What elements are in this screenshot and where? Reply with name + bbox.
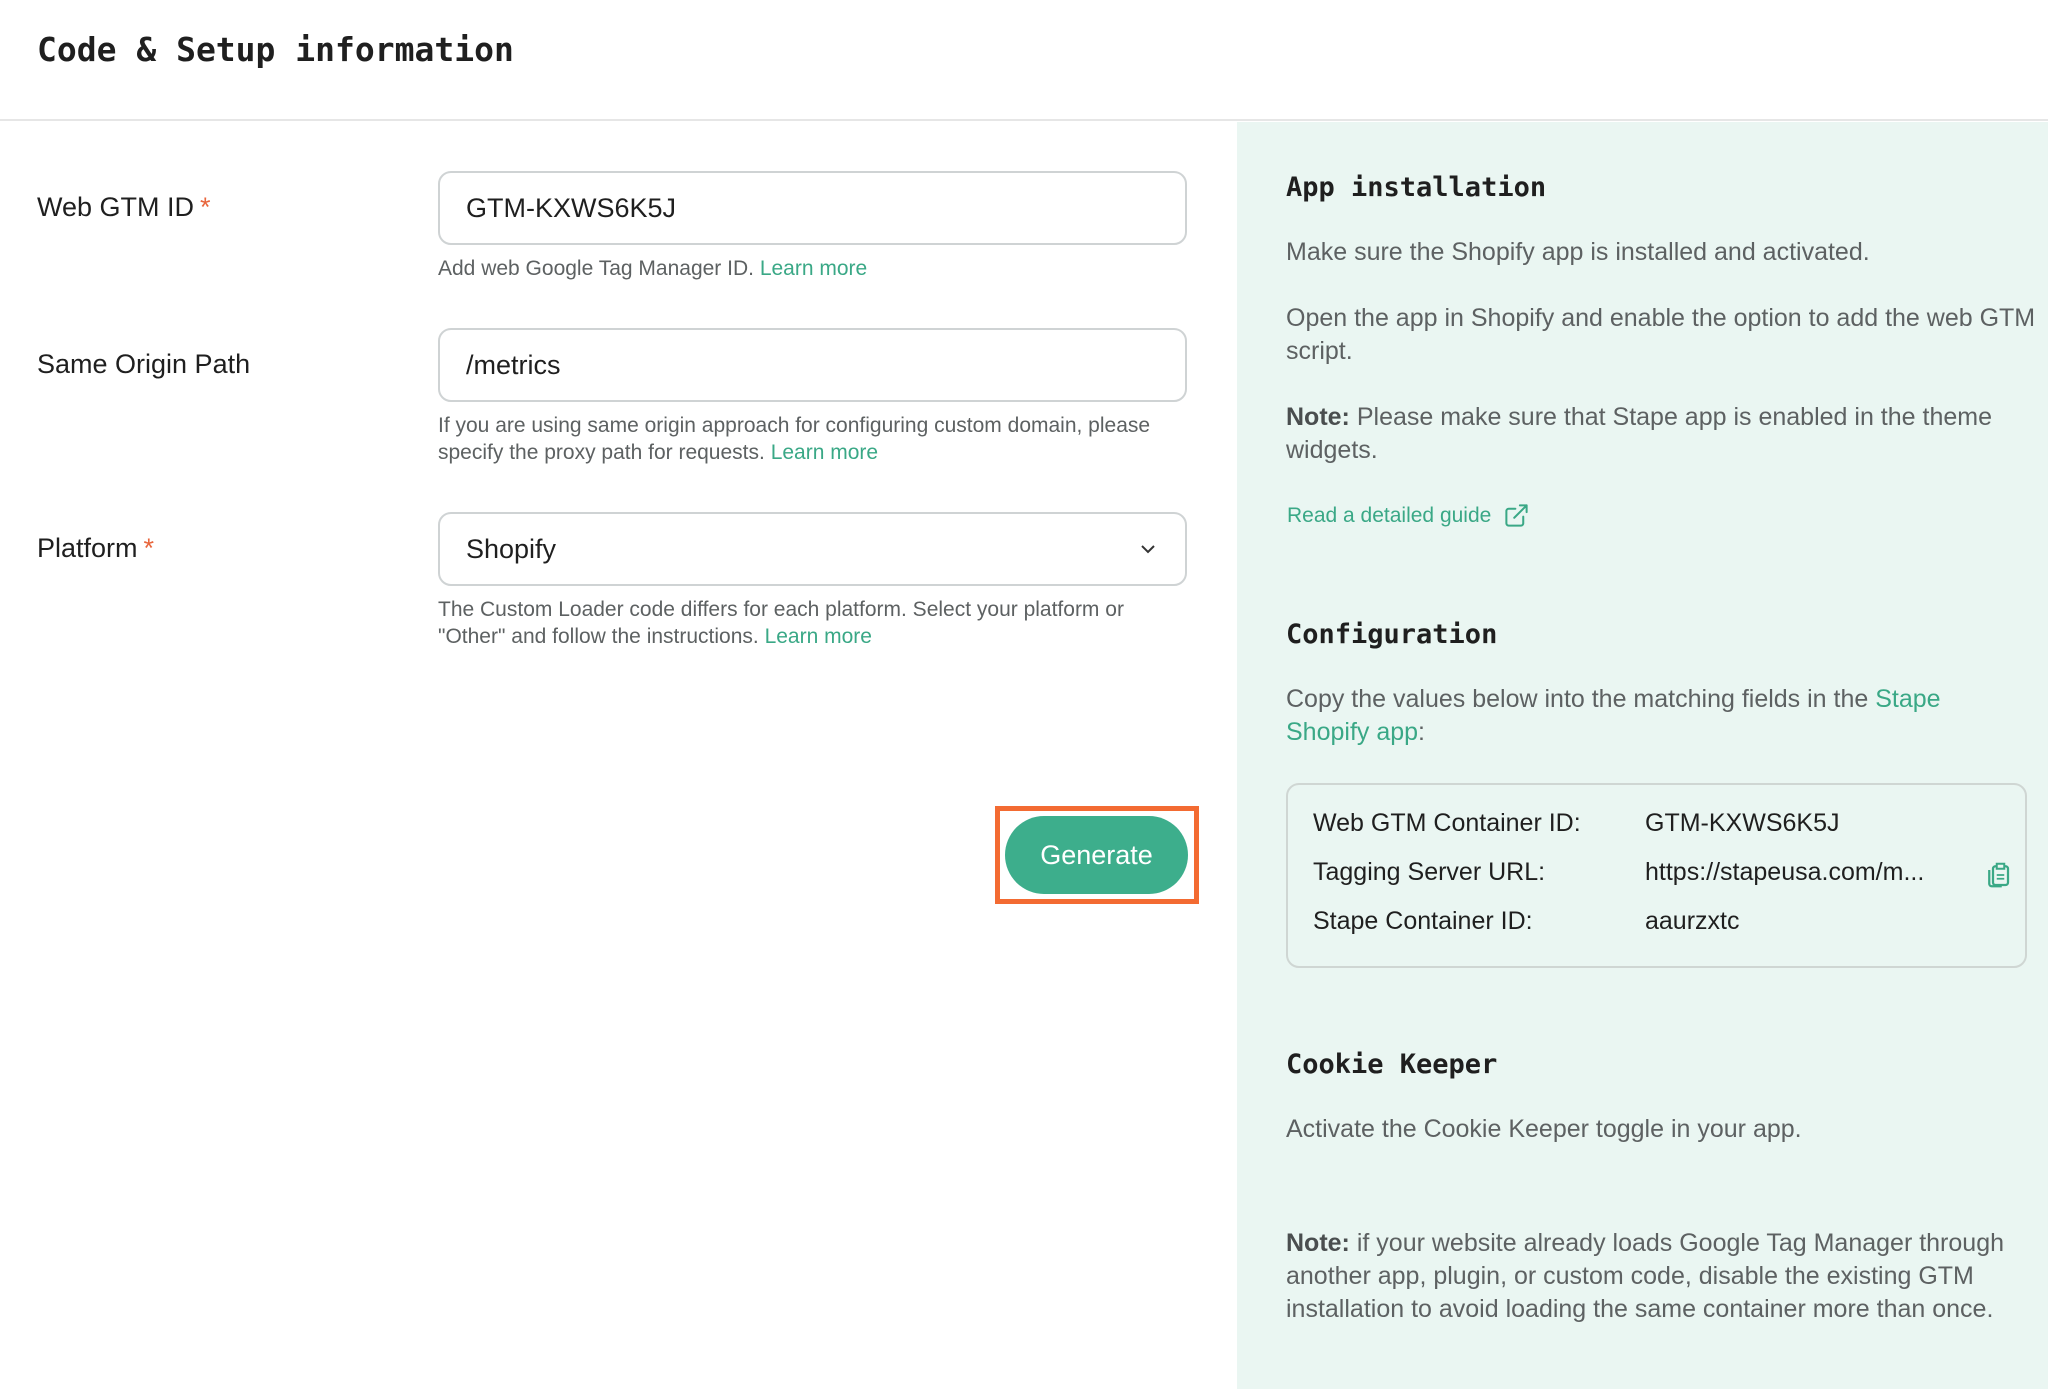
config-value: aaurzxtc xyxy=(1645,907,1740,935)
config-row: Web GTM Container ID: GTM-KXWS6K5J xyxy=(1313,809,2013,849)
chevron-down-icon xyxy=(1141,545,1155,554)
same-origin-path-input[interactable] xyxy=(438,328,1187,402)
external-link-icon xyxy=(1505,504,1528,527)
generate-button[interactable]: Generate xyxy=(1005,816,1188,894)
detailed-guide-link[interactable]: Read a detailed guide xyxy=(1287,502,1530,529)
config-value: https://stapeusa.com/m... xyxy=(1645,858,1925,886)
platform-label: Platform * xyxy=(37,533,154,564)
app-installation-note: Note: Please make sure that Stape app is… xyxy=(1286,401,2046,467)
app-installation-text-2: Open the app in Shopify and enable the o… xyxy=(1286,304,2036,365)
instructions-panel: App installation Make sure the Shopify a… xyxy=(1237,122,2048,1389)
cookie-keeper-title: Cookie Keeper xyxy=(1286,1049,1498,1080)
config-key: Tagging Server URL: xyxy=(1313,858,1546,886)
web-gtm-id-input[interactable] xyxy=(438,171,1187,245)
platform-label-text: Platform xyxy=(37,533,138,563)
web-gtm-id-help-text: Add web Google Tag Manager ID. xyxy=(438,257,754,280)
page-title: Code & Setup information xyxy=(37,30,514,69)
cookie-keeper-note: Note: if your website already loads Goog… xyxy=(1286,1227,2026,1326)
config-key: Stape Container ID: xyxy=(1313,907,1533,935)
learn-more-link[interactable]: Learn more xyxy=(765,625,872,648)
learn-more-link[interactable]: Learn more xyxy=(771,441,878,464)
configuration-title: Configuration xyxy=(1286,619,1498,650)
page-header: Code & Setup information xyxy=(0,0,2048,121)
platform-selected-value: Shopify xyxy=(466,534,557,564)
platform-help: The Custom Loader code differs for each … xyxy=(438,596,1178,650)
note-text: Please make sure that Stape app is enabl… xyxy=(1286,403,1992,464)
note-label: Note: xyxy=(1286,1229,1350,1257)
config-row: Stape Container ID: aaurzxtc xyxy=(1313,907,2013,947)
config-value: GTM-KXWS6K5J xyxy=(1645,809,1840,837)
note-text: if your website already loads Google Tag… xyxy=(1286,1229,2004,1323)
copy-icon[interactable] xyxy=(1983,860,2013,890)
app-installation-text-1: Make sure the Shopify app is installed a… xyxy=(1286,238,1870,266)
required-mark: * xyxy=(200,192,211,222)
config-key: Web GTM Container ID: xyxy=(1313,809,1581,837)
detailed-guide-label: Read a detailed guide xyxy=(1287,503,1492,527)
web-gtm-id-label-text: Web GTM ID xyxy=(37,192,195,222)
app-installation-title: App installation xyxy=(1286,172,1547,203)
cookie-keeper-text: Activate the Cookie Keeper toggle in you… xyxy=(1286,1115,1802,1143)
learn-more-link[interactable]: Learn more xyxy=(760,257,867,280)
generate-highlight: Generate xyxy=(995,806,1199,904)
required-mark: * xyxy=(143,533,155,563)
config-row: Tagging Server URL: https://stapeusa.com… xyxy=(1313,858,2013,898)
configuration-intro-end: : xyxy=(1418,718,1425,746)
web-gtm-id-help: Add web Google Tag Manager ID. Learn mor… xyxy=(438,255,1198,282)
note-label: Note: xyxy=(1286,403,1350,431)
configuration-intro: Copy the values below into the matching … xyxy=(1286,683,2016,749)
same-origin-path-label: Same Origin Path xyxy=(37,349,251,379)
platform-select[interactable]: Shopify xyxy=(438,512,1187,586)
configuration-values-box: Web GTM Container ID: GTM-KXWS6K5J Taggi… xyxy=(1286,783,2027,968)
same-origin-path-help: If you are using same origin approach fo… xyxy=(438,412,1188,466)
web-gtm-id-label: Web GTM ID * xyxy=(37,192,211,223)
configuration-intro-text: Copy the values below into the matching … xyxy=(1286,685,1869,713)
setup-form: Web GTM ID* Add web Google Tag Manager I… xyxy=(0,122,1237,1389)
